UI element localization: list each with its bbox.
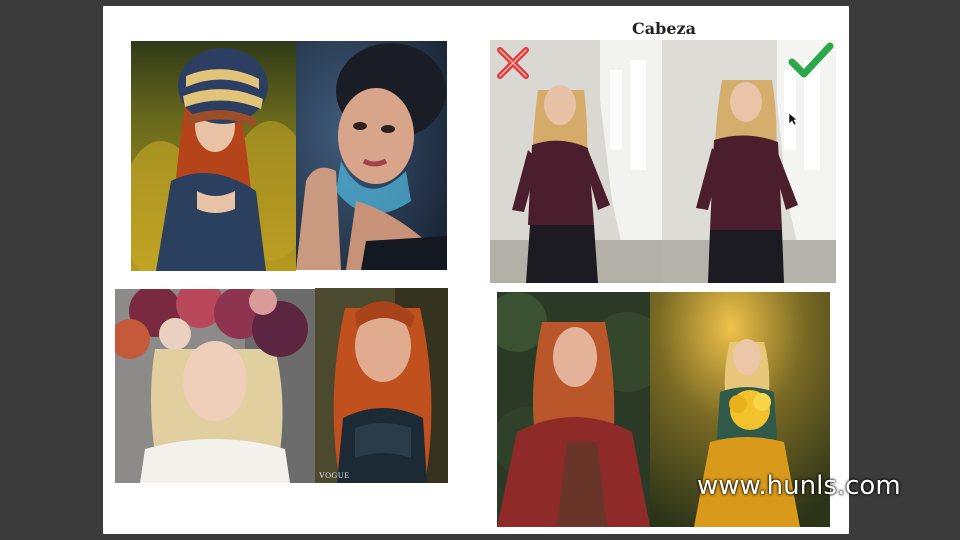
cross-icon <box>497 47 529 79</box>
photo-flower-crown-blonde <box>115 289 315 483</box>
vogue-logo: VOGUE <box>319 471 350 480</box>
slide-title: Cabeza <box>632 19 696 38</box>
photo-forest-redhead <box>497 292 650 527</box>
photo-blue-paint-portrait <box>296 41 447 270</box>
watermark-text: www.hunls.com <box>697 471 901 501</box>
photo-vogue-redhead: VOGUE <box>315 288 448 483</box>
mouse-cursor-icon <box>788 112 798 126</box>
checkmark-icon <box>788 42 834 78</box>
photo-knit-hat-redhead <box>131 41 296 271</box>
